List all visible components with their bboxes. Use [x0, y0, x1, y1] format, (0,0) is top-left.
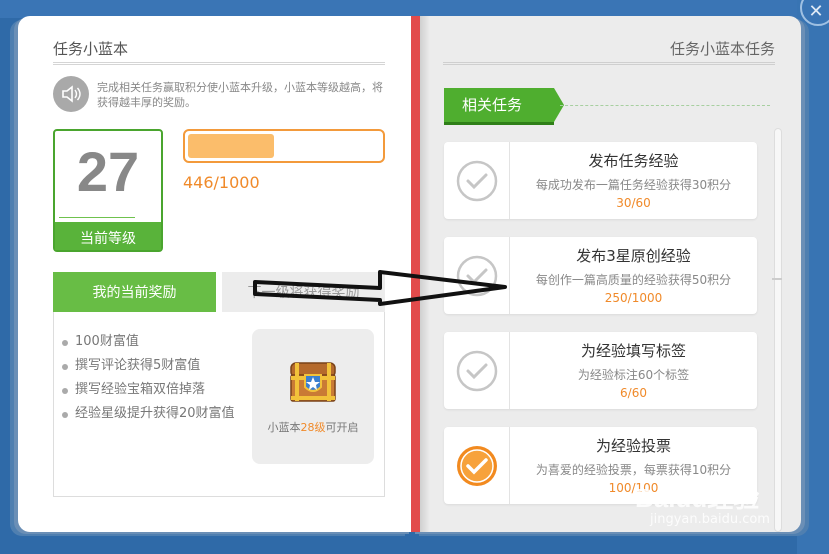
- scrollbar-thumb[interactable]: [772, 278, 782, 280]
- task-status: [444, 142, 510, 219]
- title-divider: [53, 62, 385, 65]
- task-card[interactable]: 发布任务经验 每成功发布一篇任务经验获得30积分 30/60: [444, 142, 757, 219]
- experience-progress-bar: [183, 129, 385, 163]
- check-icon: [456, 160, 498, 202]
- chest-caption-suffix: 可开启: [325, 421, 359, 434]
- speaker-icon: [53, 76, 89, 112]
- right-page-title: 任务小蓝本任务: [669, 40, 775, 58]
- intro-text: 完成相关任务赢取积分使小蓝本升级，小蓝本等级越高，将获得越丰厚的奖励。: [97, 81, 383, 109]
- progress-fill: [188, 134, 274, 158]
- list-item: 经验星级提升获得20财富值: [62, 402, 242, 426]
- section-tag-line: [560, 105, 770, 106]
- task-list-scrollbar[interactable]: [774, 128, 782, 532]
- level-number: 27: [76, 140, 140, 203]
- check-icon: [456, 255, 498, 297]
- task-progress: 30/60: [616, 196, 651, 210]
- progress-text: 446/1000: [183, 173, 260, 192]
- window-right-band: [797, 0, 829, 554]
- check-icon: [457, 446, 497, 486]
- section-tag-related-tasks: 相关任务: [444, 88, 564, 122]
- task-progress: 250/1000: [604, 291, 663, 305]
- task-name: 发布任务经验: [588, 152, 679, 170]
- chest-caption-prefix: 小蓝本: [267, 421, 301, 434]
- task-name: 为经验投票: [595, 437, 671, 455]
- task-desc: 每成功发布一篇任务经验获得30积分: [535, 178, 732, 192]
- list-item: 撰写评论获得5财富值: [62, 354, 242, 378]
- level-label: 当前等级: [55, 218, 161, 250]
- book-spine-shadow: [420, 16, 430, 532]
- task-status: [444, 427, 510, 504]
- watermark-logo: Baidu经验: [635, 483, 760, 513]
- list-item: 撰写经验宝箱双倍掉落: [62, 378, 242, 402]
- level-badge: 27 当前等级: [53, 129, 163, 252]
- tab-next-level-rewards[interactable]: 下一级将获得奖励: [222, 272, 385, 312]
- task-progress: 6/60: [620, 386, 647, 400]
- task-status: [444, 332, 510, 409]
- page-title: 任务小蓝本: [53, 40, 129, 58]
- tab-current-rewards[interactable]: 我的当前奖励: [53, 272, 216, 312]
- close-icon: ✕: [808, 0, 824, 22]
- chest-caption: 小蓝本28级可开启: [252, 419, 374, 435]
- right-title-divider: [443, 62, 775, 65]
- treasure-chest-card[interactable]: 小蓝本28级可开启: [252, 329, 374, 464]
- task-desc: 为经验标注60个标签: [577, 368, 690, 382]
- task-status: [444, 237, 510, 314]
- reward-list: 100财富值 撰写评论获得5财富值 撰写经验宝箱双倍掉落 经验星级提升获得20财…: [62, 330, 242, 426]
- check-icon: [456, 350, 498, 392]
- task-card[interactable]: 发布3星原创经验 每创作一篇高质量的经验获得50积分 250/1000: [444, 237, 757, 314]
- list-item: 100财富值: [62, 330, 242, 354]
- watermark-url: jingyan.baidu.com: [650, 512, 770, 527]
- treasure-chest-icon: [290, 362, 336, 402]
- task-name: 为经验填写标签: [580, 342, 686, 360]
- task-desc: 每创作一篇高质量的经验获得50积分: [535, 273, 732, 287]
- book-spine: [411, 16, 420, 532]
- task-name: 发布3星原创经验: [576, 247, 691, 265]
- chest-unlock-level: 28级: [300, 421, 326, 434]
- task-desc: 为喜爱的经验投票，每票获得10积分: [535, 463, 732, 477]
- task-card[interactable]: 为经验填写标签 为经验标注60个标签 6/60: [444, 332, 757, 409]
